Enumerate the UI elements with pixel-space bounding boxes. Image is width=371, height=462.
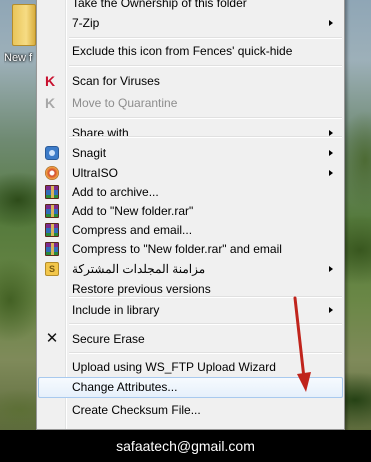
annotation-arrow-icon: [293, 296, 311, 392]
menu-item-label: Share with: [72, 126, 129, 140]
menu-item-move-quarantine[interactable]: K Move to Quarantine: [39, 93, 342, 113]
menu-item-add-archive[interactable]: Add to archive...: [39, 182, 342, 202]
menu-item-label: Exclude this icon from Fences' quick-hid…: [72, 44, 293, 58]
desktop-folder-icon[interactable]: New f: [4, 0, 38, 68]
ultraiso-icon: [45, 166, 59, 180]
menu-item-label: UltraISO: [72, 166, 119, 180]
menu-item-compress-email[interactable]: Compress and email...: [39, 220, 342, 240]
menu-item-add-to-rar[interactable]: Add to "New folder.rar": [39, 201, 342, 221]
menu-item-label: Scan for Viruses: [72, 74, 160, 88]
menu-item-compress-rar-email[interactable]: Compress to "New folder.rar" and email: [39, 239, 342, 259]
folder-icon: [12, 4, 36, 46]
menu-item-snagit[interactable]: Snagit: [39, 143, 342, 163]
menu-item-label: Add to "New folder.rar": [72, 204, 194, 218]
menu-item-scan-viruses[interactable]: K Scan for Viruses: [39, 71, 342, 91]
menu-item-fences-exclude[interactable]: Exclude this icon from Fences' quick-hid…: [39, 41, 342, 61]
kaspersky-icon: K: [45, 73, 56, 89]
menu-item-label: 7-Zip: [72, 16, 100, 30]
menu-item-label: Snagit: [72, 146, 107, 160]
menu-separator: [69, 37, 342, 39]
snagit-icon: [45, 146, 59, 160]
winrar-icon: [45, 185, 59, 199]
menu-item-share-with[interactable]: Share with: [39, 123, 342, 143]
submenu-arrow-icon: [329, 266, 333, 272]
menu-item-label: Move to Quarantine: [72, 96, 178, 110]
winrar-icon: [45, 242, 59, 256]
submenu-arrow-icon: [329, 20, 333, 26]
footer-bar: safaatech@gmail.com: [0, 430, 371, 462]
winrar-icon: [45, 204, 59, 218]
menu-item-ultraiso[interactable]: UltraISO: [39, 163, 342, 183]
menu-item-label: Secure Erase: [72, 332, 145, 346]
kaspersky-gray-icon: K: [45, 95, 56, 111]
menu-item-take-ownership[interactable]: Take the Ownership of this folder: [39, 0, 342, 13]
menu-separator: [69, 136, 342, 138]
menu-separator: [69, 117, 342, 119]
menu-item-create-checksum[interactable]: Create Checksum File...: [39, 400, 342, 420]
menu-item-label: Upload using WS_FTP Upload Wizard: [72, 360, 276, 374]
winrar-icon: [45, 223, 59, 237]
sync-icon: S: [45, 262, 59, 276]
submenu-arrow-icon: [329, 307, 333, 313]
menu-item-label: Add to archive...: [72, 185, 159, 199]
menu-item-label: Include in library: [72, 303, 160, 317]
menu-item-label: Take the Ownership of this folder: [72, 0, 247, 10]
footer-email: safaatech@gmail.com: [116, 438, 255, 454]
menu-item-label: Compress to "New folder.rar" and email: [72, 242, 282, 256]
x-icon: ✕: [45, 330, 59, 347]
menu-item-label: مزامنة المجلدات المشتركة: [72, 262, 206, 276]
menu-item-label: Change Attributes...: [72, 380, 178, 394]
menu-item-label: Compress and email...: [72, 223, 193, 237]
submenu-arrow-icon: [329, 170, 333, 176]
menu-item-sync-shared-folders[interactable]: S مزامنة المجلدات المشتركة: [39, 259, 342, 279]
submenu-arrow-icon: [329, 150, 333, 156]
menu-item-label: Create Checksum File...: [72, 403, 201, 417]
menu-item-7zip[interactable]: 7-Zip: [39, 13, 342, 33]
menu-separator: [69, 65, 342, 67]
